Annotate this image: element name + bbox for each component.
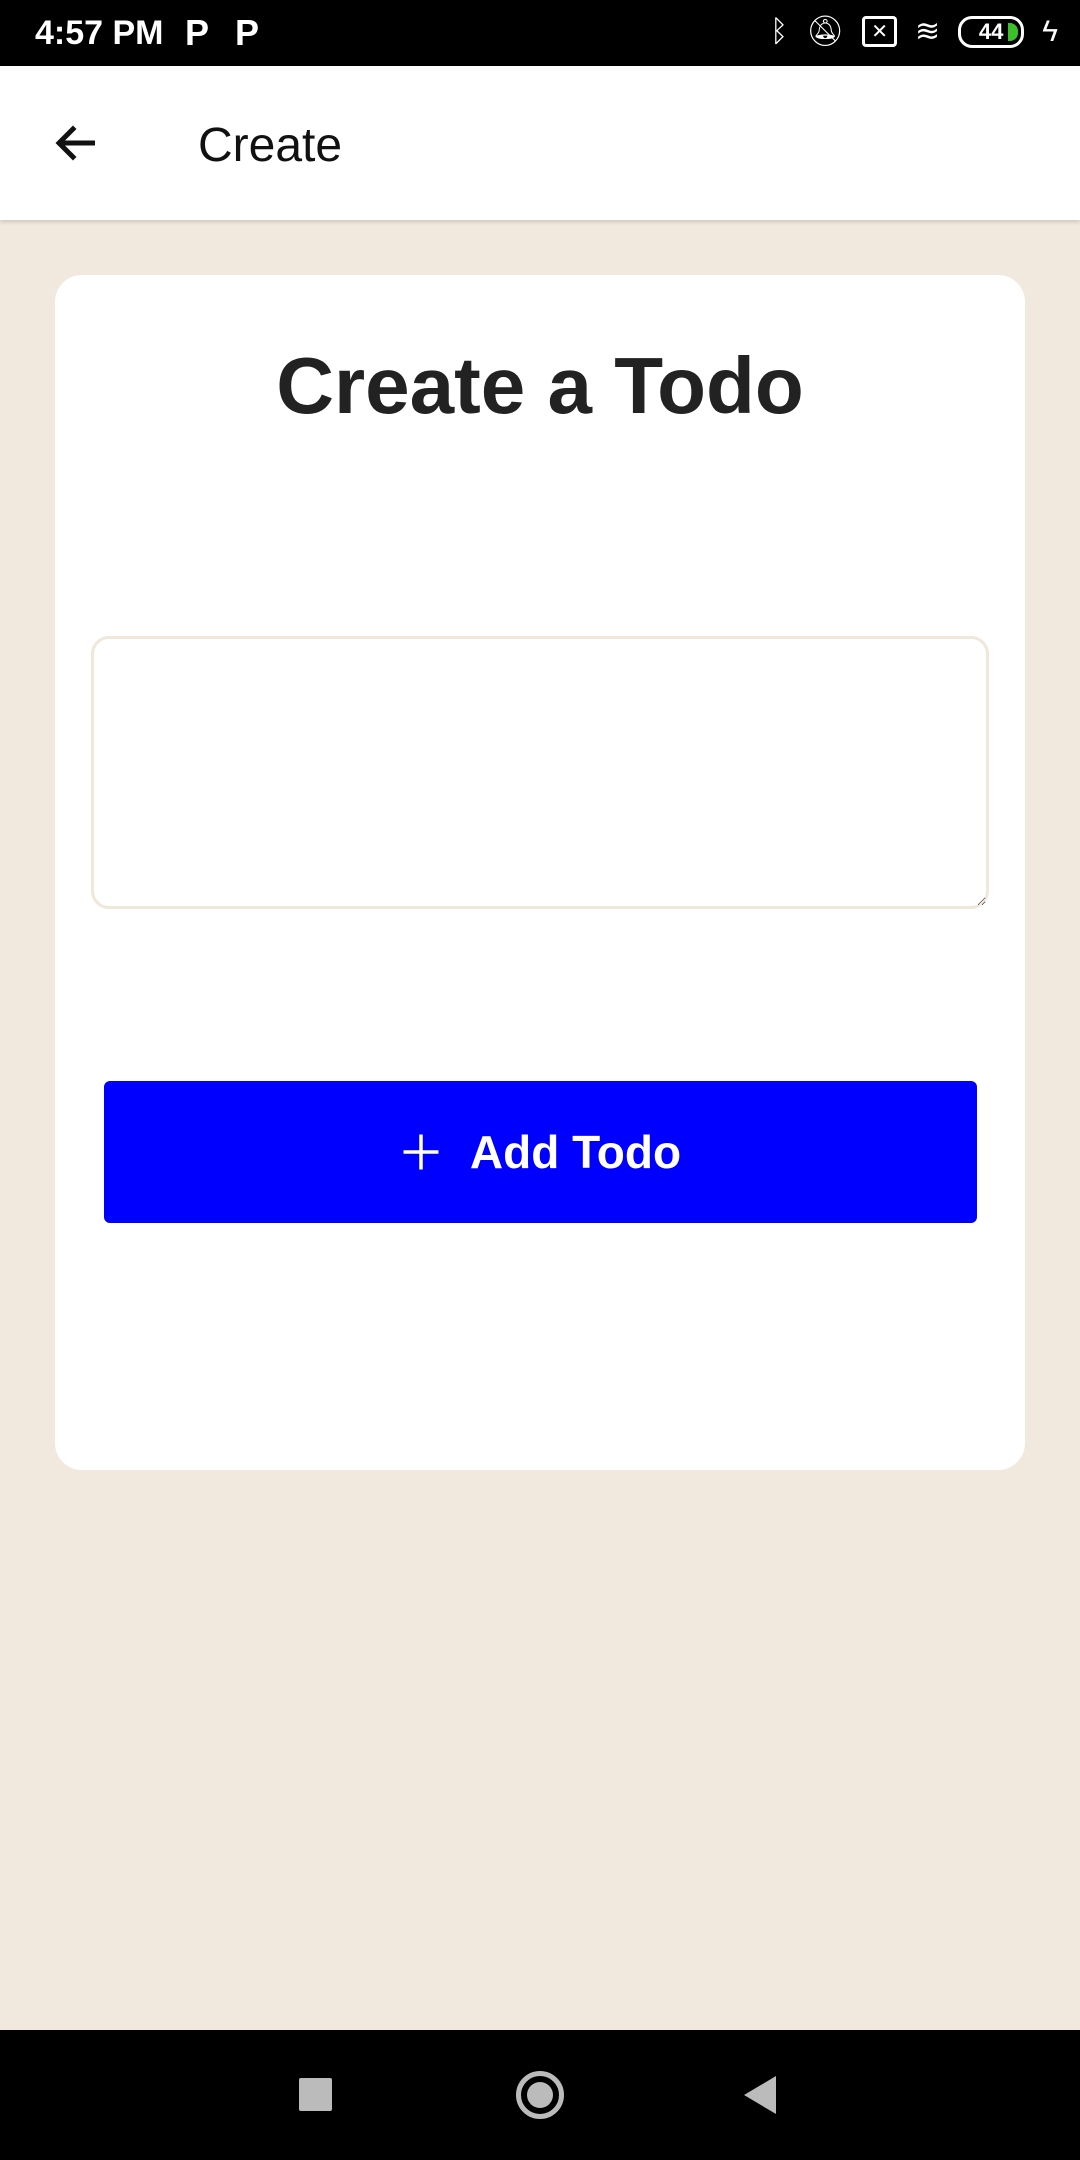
create-todo-card: Create a Todo Add Todo (55, 275, 1025, 1470)
notification-p-icon: P (185, 12, 210, 53)
status-time: 4:57 PM (35, 14, 164, 52)
add-todo-label: Add Todo (469, 1126, 682, 1178)
wifi-icon: ≋ (914, 15, 941, 48)
back-triangle-icon[interactable] (744, 2076, 776, 2114)
bluetooth-icon: ᛒ (770, 14, 789, 48)
page-title: Create (198, 119, 343, 172)
notification-p-icon: P (235, 12, 260, 53)
arrow-left-icon[interactable] (50, 116, 104, 170)
card-heading: Create a Todo (276, 341, 804, 430)
app-bar: Create (0, 66, 1080, 220)
todo-input[interactable] (91, 636, 989, 909)
battery-icon: 44 (958, 15, 1025, 48)
home-circle-icon[interactable] (516, 2071, 564, 2119)
mute-bell-icon: 🔕︎ (806, 15, 845, 48)
sim-x-icon: ✕ (862, 16, 897, 47)
battery-level: 44 (978, 18, 1004, 44)
charging-icon: ϟ (1042, 14, 1058, 48)
status-bar: 4:57 PM P P ᛒ 🔕︎ ✕ ≋ 44 ϟ (0, 0, 1080, 66)
recents-square-icon[interactable] (299, 2078, 332, 2111)
add-todo-button[interactable]: Add Todo (104, 1081, 977, 1223)
plus-icon (403, 1134, 439, 1170)
